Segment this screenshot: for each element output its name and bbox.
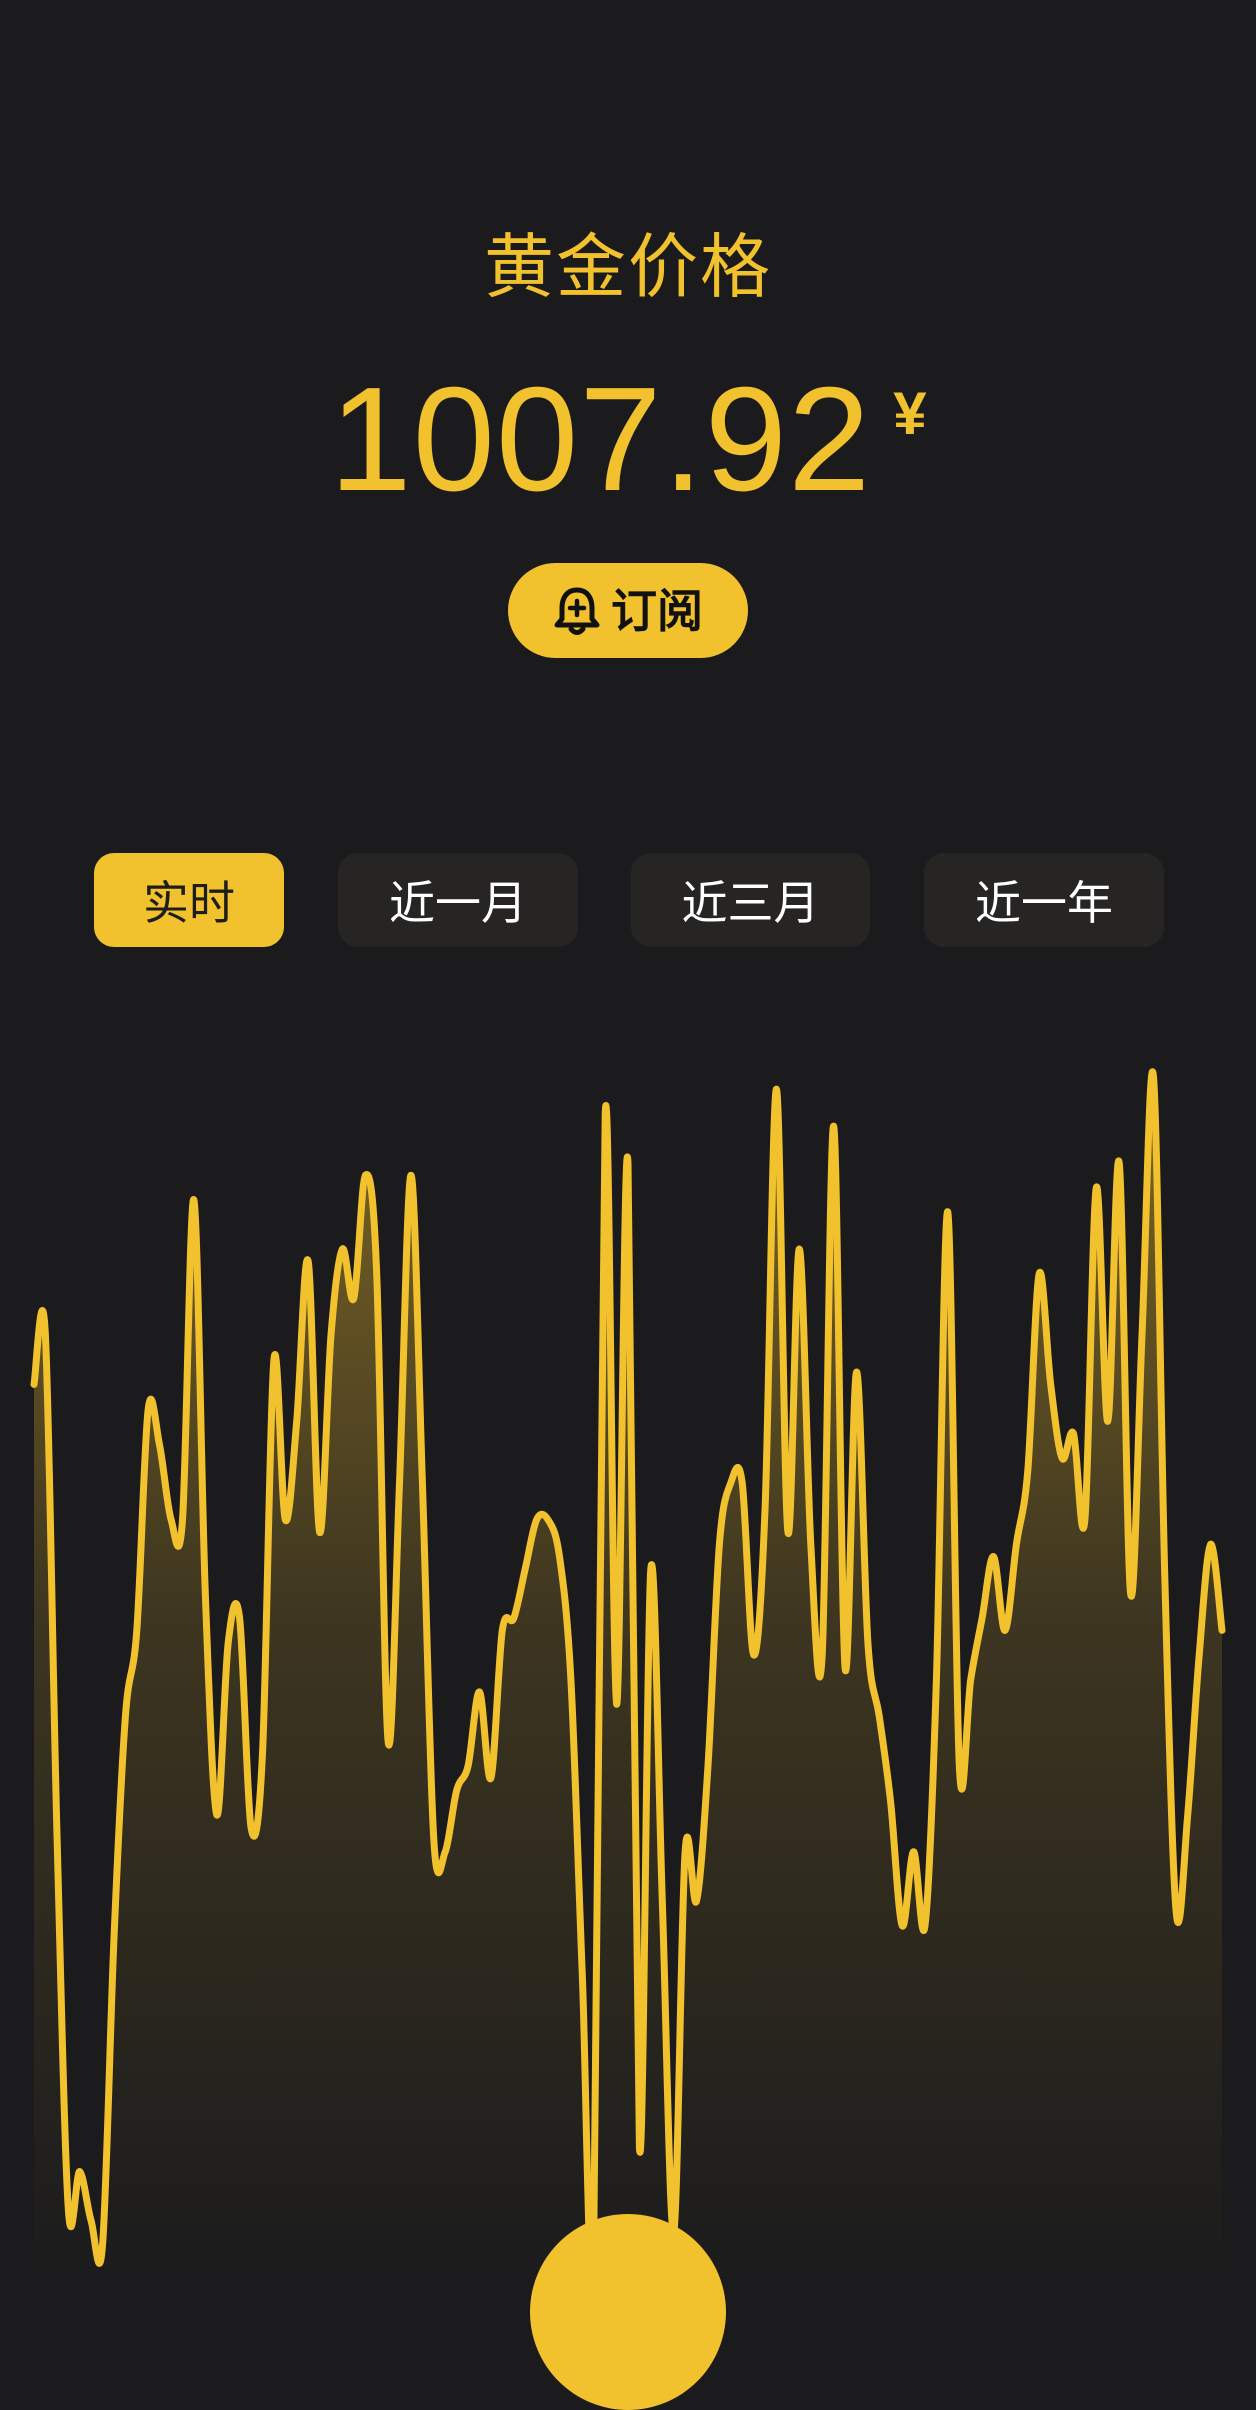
price-chart xyxy=(30,1068,1226,2275)
floating-action-button[interactable] xyxy=(530,2214,726,2410)
